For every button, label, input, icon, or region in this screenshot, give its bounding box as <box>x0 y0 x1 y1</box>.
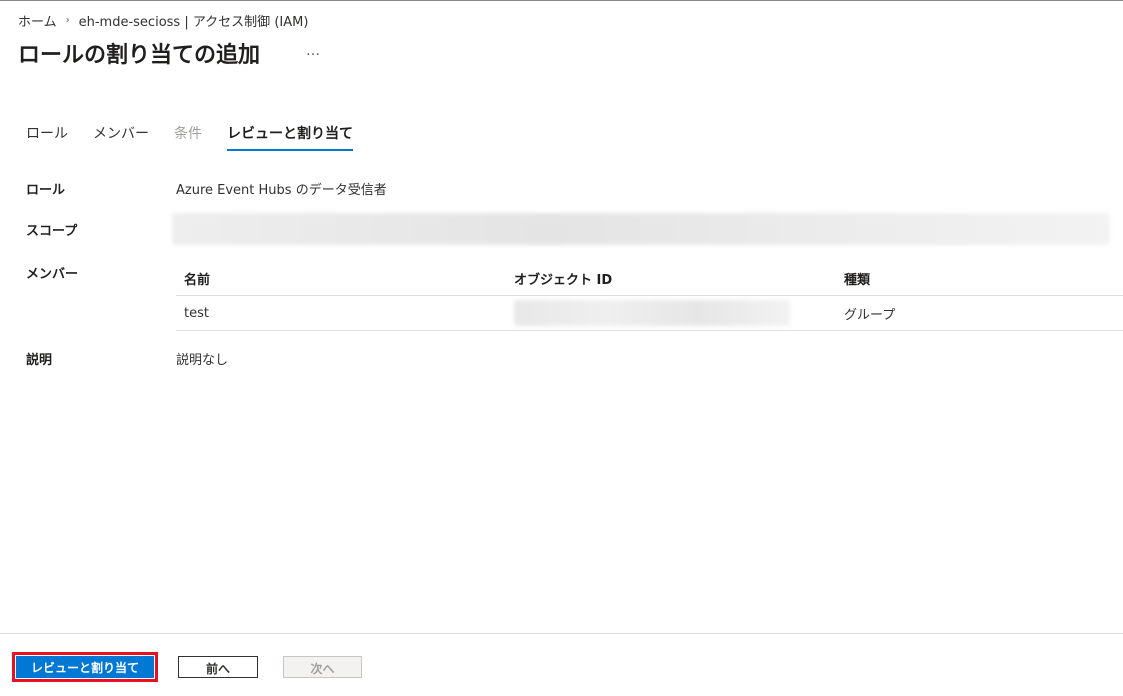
object-id-redacted <box>514 300 790 326</box>
more-options-icon[interactable]: … <box>306 43 321 59</box>
tab-review-assign[interactable]: レビューと割り当て <box>227 123 353 151</box>
breadcrumb: ホーム › eh-mde-secioss | アクセス制御 (IAM) <box>18 11 308 30</box>
scope-label: スコープ <box>26 224 78 239</box>
member-name: test <box>176 295 506 331</box>
table-row: test グループ <box>176 295 1123 331</box>
previous-button[interactable]: 前へ <box>178 656 258 678</box>
role-value: Azure Event Hubs のデータ受信者 <box>176 183 387 198</box>
tab-conditions: 条件 <box>174 126 202 142</box>
member-type: グループ <box>836 295 1123 331</box>
chevron-right-icon: › <box>65 15 70 26</box>
members-table: 名前 オブジェクト ID 種類 test グループ <box>176 261 1123 331</box>
breadcrumb-home-link[interactable]: ホーム <box>18 11 57 30</box>
footer-action-bar: レビューと割り当て 前へ 次へ <box>0 633 1123 696</box>
tab-bar: ロール メンバー 条件 レビューと割り当て <box>26 123 378 151</box>
description-value: 説明なし <box>176 353 229 368</box>
members-label: メンバー <box>26 267 79 282</box>
column-header-object-id: オブジェクト ID <box>506 261 836 296</box>
review-assign-button[interactable]: レビューと割り当て <box>12 652 158 682</box>
page-title: ロールの割り当ての追加 <box>18 43 261 68</box>
breadcrumb-parent-link[interactable]: eh-mde-secioss | アクセス制御 (IAM) <box>79 11 309 30</box>
column-header-type: 種類 <box>836 261 1123 296</box>
next-button: 次へ <box>283 656 362 678</box>
tab-members[interactable]: メンバー <box>93 123 149 151</box>
column-header-name: 名前 <box>176 261 506 296</box>
member-object-id <box>506 295 836 331</box>
role-label: ロール <box>26 183 66 198</box>
description-label: 説明 <box>26 353 53 368</box>
table-header-row: 名前 オブジェクト ID 種類 <box>176 261 1123 296</box>
tab-role[interactable]: ロール <box>26 123 68 151</box>
scope-value-redacted <box>172 213 1110 245</box>
